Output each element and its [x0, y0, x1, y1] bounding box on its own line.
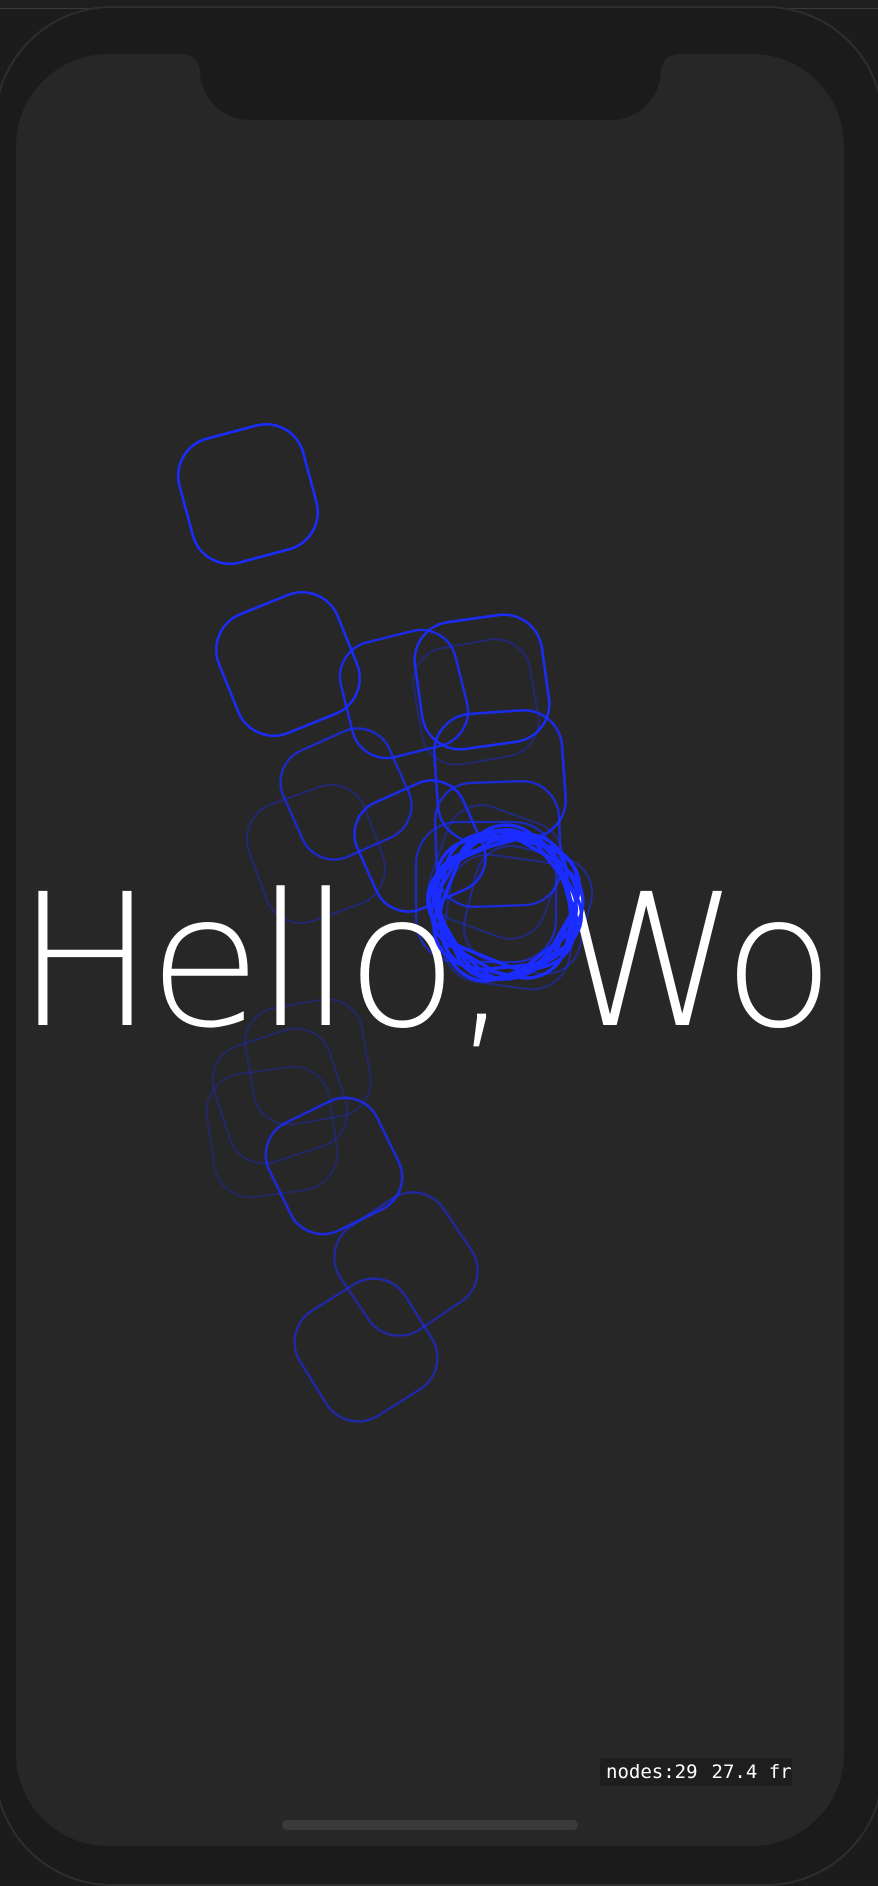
- node-count-label: nodes:29: [606, 1761, 698, 1783]
- fps-label: 27.4 fr: [711, 1761, 792, 1783]
- device-notch: [184, 54, 677, 120]
- device-screen: Hello, World: [16, 54, 844, 1846]
- sprite-scene-front: [425, 823, 585, 983]
- home-indicator[interactable]: [282, 1820, 578, 1830]
- device-frame: Hello, World: [0, 6, 878, 1886]
- debug-stats-overlay: nodes:29 27.4 fr: [600, 1758, 792, 1786]
- node-layer-front: [425, 823, 585, 983]
